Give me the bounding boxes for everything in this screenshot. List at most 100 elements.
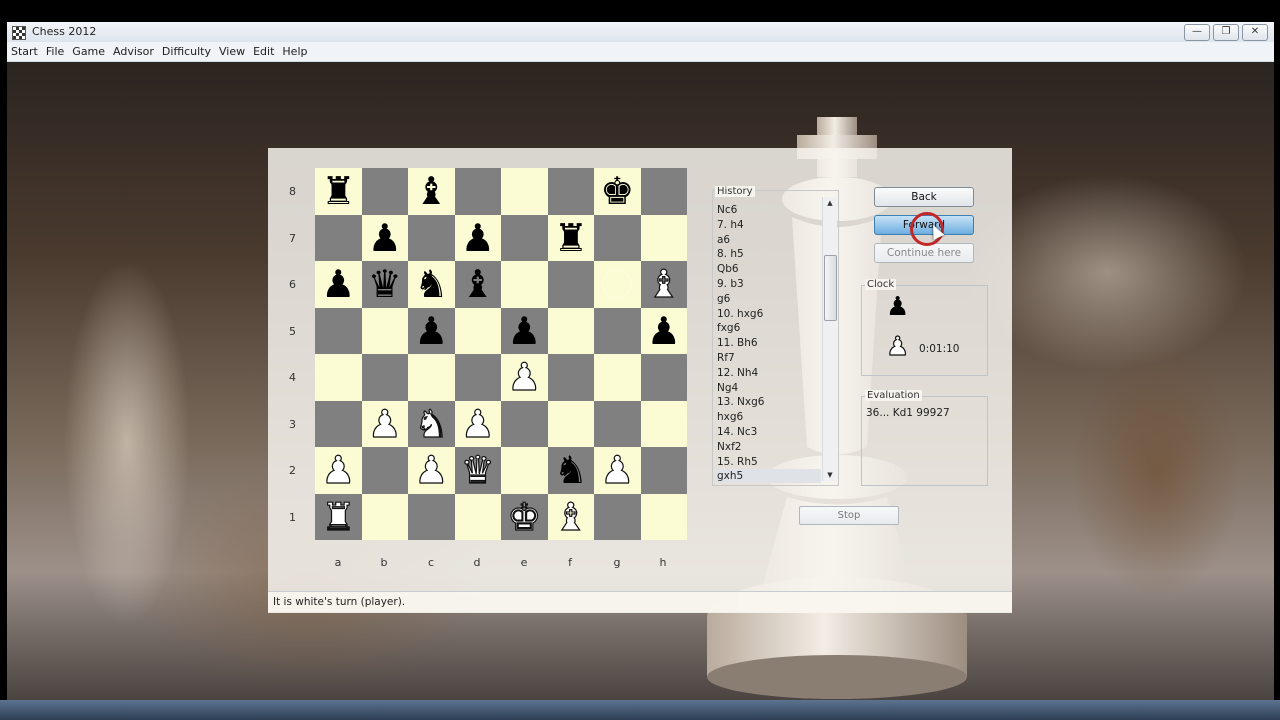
- close-button[interactable]: ✕: [1242, 24, 1268, 41]
- board-square-a6[interactable]: ♟: [315, 261, 362, 308]
- board-square-c7[interactable]: [408, 214, 455, 261]
- black-rook-icon[interactable]: ♜: [321, 172, 355, 210]
- board-square-e1[interactable]: ♚: [501, 493, 548, 540]
- chess-board[interactable]: ♜ ♝ ♚ ♟ ♟ ♜ ♟ ♛ ♞ ♝ ♝ ♟ ♟ ♟ ♟ ♟ ♞ ♟ ♟ ♟ ♛ ♞ ♟ ♜ ♚ ♝: [315, 168, 687, 540]
- history-move-item[interactable]: 7. h4: [715, 218, 821, 233]
- board-square-c4[interactable]: [408, 354, 455, 401]
- board-square-a8[interactable]: ♜: [315, 168, 362, 215]
- board-square-e5[interactable]: ♟: [501, 307, 548, 354]
- white-pawn-icon[interactable]: ♟: [414, 451, 449, 490]
- scroll-down-arrow-icon[interactable]: ▼: [823, 469, 837, 481]
- board-square-c1[interactable]: [408, 493, 455, 540]
- board-square-g6[interactable]: [594, 261, 641, 308]
- board-square-b7[interactable]: ♟: [361, 214, 408, 261]
- menu-advisor[interactable]: Advisor: [109, 42, 158, 61]
- board-square-a7[interactable]: [315, 214, 362, 261]
- board-square-a5[interactable]: [315, 307, 362, 354]
- menu-start[interactable]: Start: [7, 42, 42, 61]
- history-scrollbar[interactable]: ▲ ▼: [822, 197, 837, 481]
- history-move-item[interactable]: 8. h5: [715, 247, 821, 262]
- board-square-e8[interactable]: [501, 168, 548, 215]
- history-move-item[interactable]: Qb6: [715, 262, 821, 277]
- board-square-b6[interactable]: ♛: [361, 261, 408, 308]
- board-square-h8[interactable]: [640, 168, 687, 215]
- white-pawn-icon[interactable]: ♟: [460, 404, 495, 443]
- history-move-list[interactable]: Nc6 7. h4 a6 8. h5 Qb6 9. b3 g6 10. hxg6 fxg6 11.…: [715, 203, 821, 483]
- menu-view[interactable]: View: [215, 42, 249, 61]
- continue-here-button[interactable]: Continue here: [874, 243, 974, 263]
- board-square-g1[interactable]: [594, 493, 641, 540]
- history-move-item[interactable]: 14. Nc3: [715, 425, 821, 440]
- history-move-item[interactable]: fxg6: [715, 321, 821, 336]
- board-square-g7[interactable]: [594, 214, 641, 261]
- board-square-g5[interactable]: [594, 307, 641, 354]
- black-bishop-icon[interactable]: ♝: [461, 265, 495, 303]
- black-rook-icon[interactable]: ♜: [554, 219, 588, 257]
- white-king-icon[interactable]: ♚: [507, 497, 542, 536]
- board-square-e3[interactable]: [501, 400, 548, 447]
- white-pawn-icon[interactable]: ♟: [367, 404, 402, 443]
- board-square-f4[interactable]: [547, 354, 594, 401]
- history-move-item[interactable]: Ng4: [715, 381, 821, 396]
- board-square-f5[interactable]: [547, 307, 594, 354]
- white-bishop-icon[interactable]: ♝: [646, 265, 681, 304]
- board-square-a1[interactable]: ♜: [315, 493, 362, 540]
- board-square-h6[interactable]: ♝: [640, 261, 687, 308]
- board-square-d6[interactable]: ♝: [454, 261, 501, 308]
- history-move-item[interactable]: 12. Nh4: [715, 366, 821, 381]
- board-square-b2[interactable]: [361, 447, 408, 494]
- board-square-g4[interactable]: [594, 354, 641, 401]
- board-square-g3[interactable]: [594, 400, 641, 447]
- board-square-h2[interactable]: [640, 447, 687, 494]
- history-move-item[interactable]: 11. Bh6: [715, 336, 821, 351]
- black-bishop-icon[interactable]: ♝: [414, 172, 448, 210]
- board-square-f1[interactable]: ♝: [547, 493, 594, 540]
- scroll-thumb[interactable]: [824, 255, 837, 321]
- board-square-h1[interactable]: [640, 493, 687, 540]
- minimize-button[interactable]: —: [1184, 24, 1210, 41]
- board-square-f2[interactable]: ♞: [547, 447, 594, 494]
- restore-button[interactable]: ❐: [1213, 24, 1239, 41]
- history-move-item[interactable]: 10. hxg6: [715, 307, 821, 322]
- history-move-item[interactable]: 9. b3: [715, 277, 821, 292]
- menu-file[interactable]: File: [42, 42, 68, 61]
- black-pawn-icon[interactable]: ♟: [461, 219, 495, 257]
- board-square-e6[interactable]: [501, 261, 548, 308]
- history-move-item[interactable]: a6: [715, 233, 821, 248]
- white-queen-icon[interactable]: ♛: [460, 451, 495, 490]
- board-square-d1[interactable]: [454, 493, 501, 540]
- scroll-up-arrow-icon[interactable]: ▲: [823, 197, 837, 209]
- board-square-b4[interactable]: [361, 354, 408, 401]
- board-square-h3[interactable]: [640, 400, 687, 447]
- board-square-g8[interactable]: ♚: [594, 168, 641, 215]
- board-square-b1[interactable]: [361, 493, 408, 540]
- white-knight-icon[interactable]: ♞: [414, 404, 449, 443]
- black-knight-icon[interactable]: ♞: [554, 451, 588, 489]
- board-square-f6[interactable]: [547, 261, 594, 308]
- board-square-b5[interactable]: [361, 307, 408, 354]
- black-pawn-icon[interactable]: ♟: [647, 312, 681, 350]
- black-pawn-icon[interactable]: ♟: [368, 219, 402, 257]
- board-square-c2[interactable]: ♟: [408, 447, 455, 494]
- board-square-e4[interactable]: ♟: [501, 354, 548, 401]
- board-square-e2[interactable]: [501, 447, 548, 494]
- history-move-item[interactable]: Rf7: [715, 351, 821, 366]
- board-square-d5[interactable]: [454, 307, 501, 354]
- history-move-item[interactable]: hxg6: [715, 410, 821, 425]
- black-pawn-icon[interactable]: ♟: [414, 312, 448, 350]
- white-bishop-icon[interactable]: ♝: [553, 497, 588, 536]
- board-square-d8[interactable]: [454, 168, 501, 215]
- stop-button[interactable]: Stop: [799, 506, 899, 525]
- board-square-a2[interactable]: ♟: [315, 447, 362, 494]
- menu-game[interactable]: Game: [68, 42, 109, 61]
- board-square-f8[interactable]: [547, 168, 594, 215]
- board-square-h4[interactable]: [640, 354, 687, 401]
- board-square-e7[interactable]: [501, 214, 548, 261]
- history-move-item[interactable]: Nxf2: [715, 440, 821, 455]
- board-square-b3[interactable]: ♟: [361, 400, 408, 447]
- board-square-f7[interactable]: ♜: [547, 214, 594, 261]
- black-queen-icon[interactable]: ♛: [368, 265, 402, 303]
- board-square-a4[interactable]: [315, 354, 362, 401]
- board-square-f3[interactable]: [547, 400, 594, 447]
- board-square-g2[interactable]: ♟: [594, 447, 641, 494]
